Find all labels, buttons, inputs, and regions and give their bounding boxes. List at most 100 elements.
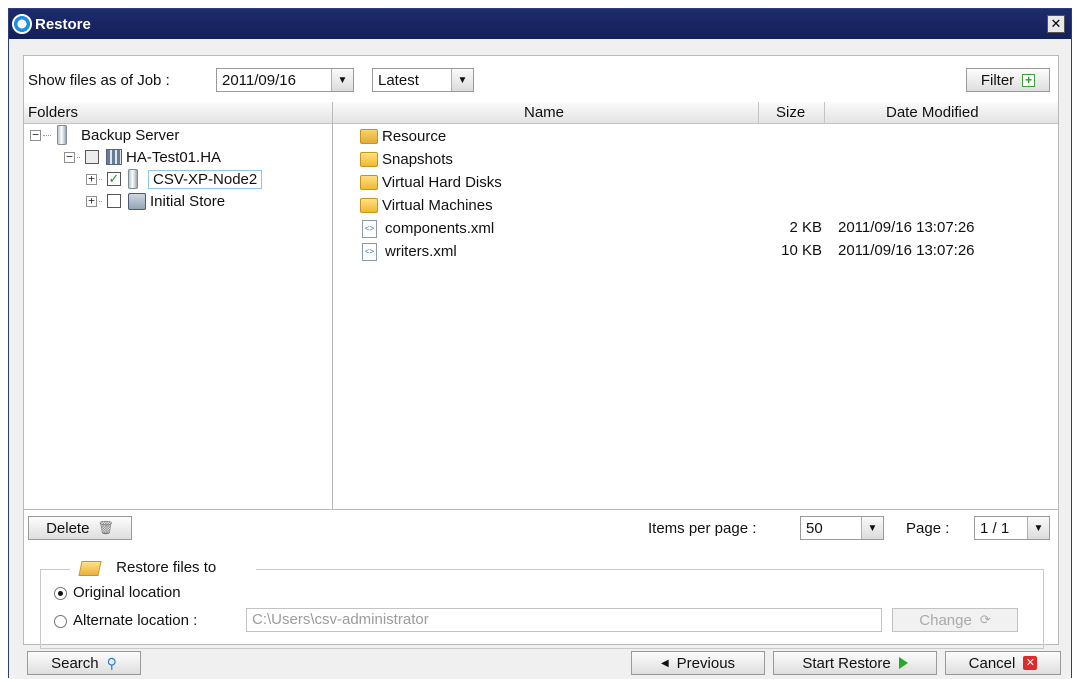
tree-checkbox[interactable] [85,150,99,164]
pane-divider[interactable] [332,102,333,509]
add-icon: + [1022,73,1036,87]
column-header-row: Folders Name Size Date Modified [24,102,1058,124]
page-select[interactable]: 1 / 1 ▼ [974,516,1050,540]
folder-icon [360,198,378,213]
items-per-page-value: 50 [806,519,823,537]
server-icon [128,169,138,189]
title-bar: Restore ✕ [9,9,1071,39]
file-size: 10 KB [781,242,822,259]
chevron-down-icon: ▼ [331,69,353,91]
filter-label: Filter [980,71,1015,89]
play-icon [898,657,908,669]
tree-label: Backup Server [81,126,180,144]
job-date-select[interactable]: 2011/09/16 ▼ [216,68,354,92]
tree-checkbox[interactable] [107,194,121,208]
alternate-location-label: Alternate location : [73,612,198,629]
previous-label: Previous [676,654,736,672]
job-date-value: 2011/09/16 [222,71,296,89]
page-label: Page : [906,520,950,537]
file-name: Resource [382,128,447,145]
file-size: 2 KB [789,219,822,236]
search-icon: ⚲ [106,654,117,671]
alternate-path-field[interactable]: C:\Users\csv-administrator [246,608,882,632]
resource-folder-icon [360,129,378,144]
tree-node-cluster[interactable]: − HA-Test01.HA [64,146,221,168]
page-value: 1 / 1 [980,519,1010,537]
server-icon [57,125,67,145]
delete-button[interactable]: Delete 🗑 [28,516,132,540]
date-modified-header[interactable]: Date Modified [886,104,979,121]
restore-section-title: Restore files to [74,559,223,576]
list-item[interactable]: <> writers.xml [360,240,457,263]
filter-button[interactable]: Filter + [966,68,1050,92]
search-label: Search [51,654,99,672]
radio-selected-icon[interactable] [54,586,67,600]
window-title: Restore [35,15,91,33]
folders-header: Folders [28,104,79,121]
items-per-page-label: Items per page : [648,520,757,537]
size-header[interactable]: Size [776,104,805,121]
original-location-option[interactable]: Original location [54,584,181,601]
check-icon[interactable]: ✓ [107,172,121,186]
start-restore-label: Start Restore [802,654,891,672]
radio-icon[interactable] [54,614,67,628]
list-item[interactable]: Snapshots [360,148,453,171]
list-item[interactable]: Virtual Machines [360,194,493,217]
collapse-icon[interactable]: − [64,151,75,163]
storage-icon [128,192,146,210]
cluster-icon [106,149,122,165]
arrow-left-icon: ◀ [660,657,669,669]
divider [24,509,1058,510]
file-name: Snapshots [382,151,453,168]
file-date: 2011/09/16 13:07:26 [838,219,975,236]
file-name: writers.xml [385,243,457,260]
delete-label: Delete [46,519,90,537]
tree-label: HA-Test01.HA [126,148,222,166]
tree-node-initial-store[interactable]: + Initial Store [86,190,225,212]
restore-dialog: Restore ✕ Show files as of Job : 2011/09… [8,8,1072,679]
tree-label: CSV-XP-Node2 [148,169,263,189]
app-logo-icon [12,14,32,34]
close-button[interactable]: ✕ [1047,15,1065,33]
tree-node-csv-xp-node2[interactable]: + ✓ CSV-XP-Node2 [86,168,263,190]
refresh-icon: ⟳ [979,612,991,627]
file-name: Virtual Machines [382,197,493,214]
trash-icon: 🗑 [97,520,114,535]
main-panel: Show files as of Job : 2011/09/16 ▼ Late… [23,55,1059,649]
chevron-down-icon: ▼ [451,69,473,91]
tree-label: Initial Store [150,192,226,210]
show-files-label: Show files as of Job : [28,72,170,89]
file-name: components.xml [385,220,495,237]
chevron-down-icon: ▼ [861,517,883,539]
xml-file-icon: <> [362,219,377,238]
collapse-icon[interactable]: − [30,129,41,141]
file-name: Virtual Hard Disks [382,174,502,191]
open-folder-icon [78,560,102,576]
snapshot-folder-icon [360,152,378,167]
file-date: 2011/09/16 13:07:26 [838,242,975,259]
start-restore-button[interactable]: Start Restore [773,651,937,675]
disk-folder-icon [360,175,378,190]
chevron-down-icon: ▼ [1027,517,1049,539]
dialog-body: Show files as of Job : 2011/09/16 ▼ Late… [9,39,1071,679]
version-value: Latest [378,71,419,89]
folder-tree: − Backup Server − HA-Test01.HA + ✓ CSV-X… [24,124,332,509]
version-select[interactable]: Latest ▼ [372,68,474,92]
change-button[interactable]: Change ⟳ [892,608,1018,632]
expand-icon[interactable]: + [86,195,97,207]
alternate-location-option[interactable]: Alternate location : [54,612,197,629]
list-item[interactable]: Resource [360,125,446,148]
items-per-page-select[interactable]: 50 ▼ [800,516,884,540]
list-item[interactable]: <> components.xml [360,217,494,240]
previous-button[interactable]: ◀ Previous [631,651,765,675]
cancel-label: Cancel [968,654,1016,672]
list-item[interactable]: Virtual Hard Disks [360,171,502,194]
search-button[interactable]: Search ⚲ [27,651,141,675]
name-header[interactable]: Name [524,104,564,121]
cancel-x-icon: ✕ [1023,656,1038,670]
tree-node-backup-server[interactable]: − Backup Server [30,124,179,146]
xml-file-icon: <> [362,242,377,261]
expand-icon[interactable]: + [86,173,97,185]
restore-title-text: Restore files to [116,559,217,576]
cancel-button[interactable]: Cancel ✕ [945,651,1061,675]
